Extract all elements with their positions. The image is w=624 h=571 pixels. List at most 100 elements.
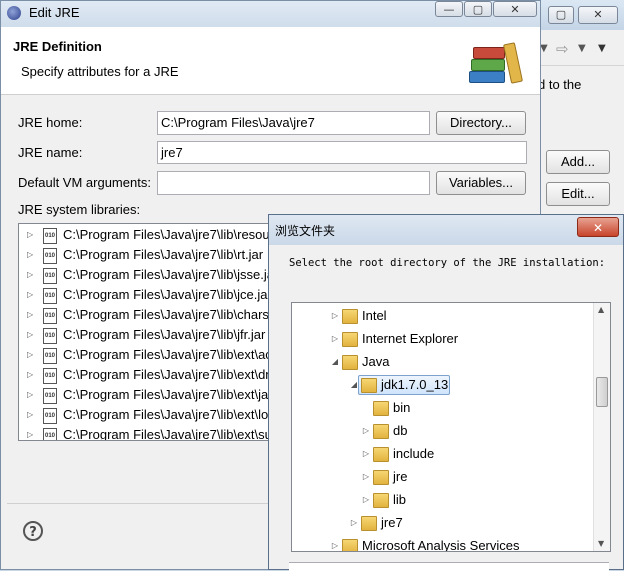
folder-icon	[342, 539, 358, 551]
tree-node-label: include	[393, 446, 435, 461]
expand-arrow-icon[interactable]: ▷	[27, 305, 33, 325]
dialog-title: Edit JRE	[29, 5, 80, 20]
folder-icon	[361, 378, 377, 393]
expand-arrow-icon[interactable]: ▷	[330, 328, 340, 350]
expand-arrow-icon[interactable]: ◢	[349, 374, 359, 396]
tree-node-label: lib	[393, 492, 407, 507]
expand-arrow-icon[interactable]: ▷	[27, 385, 33, 405]
folder-icon	[342, 332, 358, 347]
expand-arrow-icon[interactable]: ▷	[27, 265, 33, 285]
tree-node[interactable]: ▷ Microsoft Analysis Services	[292, 535, 592, 552]
expand-arrow-icon[interactable]: ▷	[27, 245, 33, 265]
folder-icon	[373, 493, 389, 508]
jre-name-label: JRE name:	[18, 145, 83, 160]
expand-arrow-icon[interactable]: ▷	[27, 285, 33, 305]
vm-arguments-input[interactable]	[157, 171, 430, 195]
library-path: C:\Program Files\Java\jre7\lib\ext\local…	[63, 407, 269, 422]
tree-node-label: jre7	[381, 515, 403, 530]
library-path: C:\Program Files\Java\jre7\lib\ext\acces…	[63, 347, 269, 362]
expand-arrow-icon[interactable]: ▷	[27, 225, 33, 245]
library-path: C:\Program Files\Java\jre7\lib\resources…	[63, 227, 270, 242]
menu-down-icon[interactable]: ▼	[598, 43, 606, 54]
jar-file-icon: 010	[43, 408, 57, 424]
library-books-icon	[467, 39, 527, 87]
jre-name-input[interactable]: jre7	[157, 141, 527, 164]
library-path: C:\Program Files\Java\jre7\lib\jsse.jar	[63, 267, 270, 282]
expand-arrow-icon[interactable]: ▷	[27, 405, 33, 425]
maximize-button[interactable]: ▢	[464, 1, 492, 17]
minimize-button[interactable]: —	[435, 1, 463, 17]
directory-button[interactable]: Directory...	[436, 111, 526, 135]
expand-arrow-icon[interactable]: ▷	[27, 345, 33, 365]
jar-file-icon: 010	[43, 288, 57, 304]
edit-button[interactable]: Edit...	[546, 182, 610, 206]
expand-arrow-icon[interactable]: ▷	[27, 425, 33, 440]
jar-file-icon: 010	[43, 228, 57, 244]
expand-arrow-icon[interactable]: ▷	[330, 535, 340, 551]
jar-file-icon: 010	[43, 388, 57, 404]
tree-node[interactable]: ▷ jre	[292, 466, 592, 488]
jar-file-icon: 010	[43, 248, 57, 264]
tree-node-label: bin	[393, 400, 411, 415]
close-button[interactable]: ✕	[577, 217, 619, 237]
close-button[interactable]: ✕	[493, 1, 537, 17]
library-path: C:\Program Files\Java\jre7\lib\jce.jar	[63, 287, 270, 302]
tree-node[interactable]: ▷ include	[292, 443, 592, 465]
expand-arrow-icon[interactable]: ◢	[330, 351, 340, 373]
forward-arrow-icon[interactable]: ⇨	[556, 40, 569, 58]
add-button[interactable]: Add...	[546, 150, 610, 174]
close-button[interactable]: ✕	[578, 6, 618, 24]
jar-file-icon: 010	[43, 428, 57, 440]
folder-icon	[373, 470, 389, 485]
folder-tree[interactable]: ▲ ▼ ▷ Intel ▷ Internet Explorer ◢ Java ◢ jdk1.7…	[291, 302, 611, 552]
variables-button[interactable]: Variables...	[436, 171, 526, 195]
tree-node[interactable]: ▷ db	[292, 420, 592, 442]
tree-node[interactable]: ◢ Java	[292, 351, 592, 373]
scroll-down-icon[interactable]: ▼	[598, 539, 604, 548]
browse-folder-dialog: 浏览文件夹 ✕ Select the root directory of the…	[268, 214, 624, 571]
expand-arrow-icon[interactable]: ▷	[361, 420, 371, 442]
chevron-down-icon[interactable]: ▼	[540, 43, 548, 54]
jre-home-input[interactable]: C:\Program Files\Java\jre7	[157, 111, 430, 135]
browse-dialog-title: 浏览文件夹	[275, 224, 336, 238]
tree-node-label: Internet Explorer	[362, 331, 459, 346]
tree-node[interactable]: ▷ jre7	[292, 512, 592, 534]
tree-node[interactable]: ▷ Intel	[292, 305, 592, 327]
tree-node[interactable]: ▷ lib	[292, 489, 592, 511]
maximize-button[interactable]: ▢	[548, 6, 574, 24]
expand-arrow-icon[interactable]: ▷	[330, 305, 340, 327]
tree-node-label: jdk1.7.0_13	[381, 377, 449, 392]
jre-home-label: JRE home:	[18, 115, 83, 130]
background-text: d to the	[538, 77, 582, 92]
tree-node-label: Microsoft Analysis Services	[362, 538, 520, 552]
tree-node[interactable]: bin	[292, 397, 592, 419]
library-path: C:\Program Files\Java\jre7\lib\ext\sunec…	[63, 427, 269, 441]
folder-icon	[342, 355, 358, 370]
expand-arrow-icon[interactable]: ▷	[361, 466, 371, 488]
scrollbar-thumb[interactable]	[596, 377, 608, 407]
expand-arrow-icon[interactable]: ▷	[27, 365, 33, 385]
expand-arrow-icon[interactable]: ▷	[361, 443, 371, 465]
toolbar-strip: ▼ ⇨ ▼ ▼	[538, 38, 624, 66]
tree-node[interactable]: ▷ Internet Explorer	[292, 328, 592, 350]
expand-arrow-icon[interactable]: ▷	[27, 325, 33, 345]
expand-arrow-icon[interactable]: ▷	[349, 512, 359, 534]
chevron-down-icon[interactable]: ▼	[578, 43, 586, 54]
folder-icon	[361, 516, 377, 531]
folder-icon	[342, 309, 358, 324]
tree-node-label: Intel	[362, 308, 387, 323]
library-path: C:\Program Files\Java\jre7\lib\ext\dnsns…	[63, 367, 269, 382]
edit-jre-titlebar: Edit JRE — ▢ ✕	[1, 1, 540, 27]
scroll-up-icon[interactable]: ▲	[598, 305, 604, 314]
tree-scrollbar[interactable]: ▲ ▼	[593, 303, 610, 551]
libraries-list[interactable]: ▷ 010 C:\Program Files\Java\jre7\lib\resou…	[18, 223, 270, 441]
help-icon[interactable]: ?	[23, 521, 43, 541]
background-window-titlebar: ▢ ✕	[538, 0, 624, 30]
eclipse-icon	[7, 6, 21, 20]
jar-file-icon: 010	[43, 308, 57, 324]
tree-node[interactable]: ◢ jdk1.7.0_13	[292, 374, 592, 396]
library-path: C:\Program Files\Java\jre7\lib\charsets.…	[63, 307, 269, 322]
tree-node-label: jre	[393, 469, 408, 484]
expand-arrow-icon[interactable]: ▷	[361, 489, 371, 511]
folder-icon	[373, 401, 389, 416]
